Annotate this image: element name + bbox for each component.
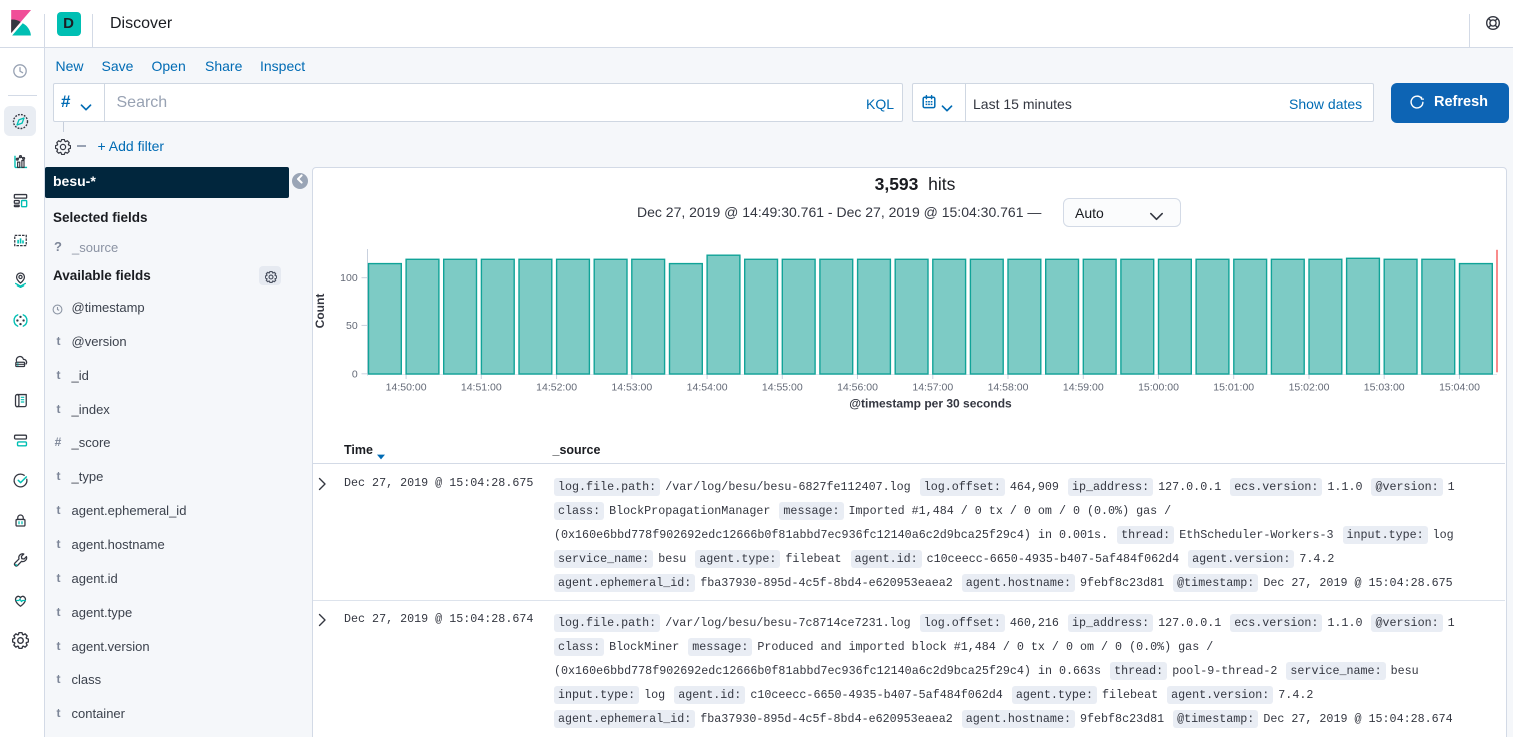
svg-text:14:53:00: 14:53:00	[611, 382, 652, 394]
svg-text:15:01:00: 15:01:00	[1213, 382, 1254, 394]
svg-text:15:00:00: 15:00:00	[1138, 382, 1179, 394]
svg-text:14:55:00: 14:55:00	[762, 382, 803, 394]
svg-text:14:52:00: 14:52:00	[536, 382, 577, 394]
svg-text:14:56:00: 14:56:00	[837, 382, 878, 394]
svg-text:14:57:00: 14:57:00	[912, 382, 953, 394]
svg-text:50: 50	[346, 320, 358, 332]
svg-text:15:02:00: 15:02:00	[1289, 382, 1330, 394]
svg-text:14:50:00: 14:50:00	[386, 382, 427, 394]
svg-text:Count: Count	[313, 294, 327, 329]
svg-text:100: 100	[340, 272, 358, 284]
svg-text:15:03:00: 15:03:00	[1364, 382, 1405, 394]
svg-text:14:51:00: 14:51:00	[461, 382, 502, 394]
svg-text:0: 0	[352, 368, 358, 380]
svg-text:14:54:00: 14:54:00	[687, 382, 728, 394]
svg-text:14:59:00: 14:59:00	[1063, 382, 1104, 394]
svg-text:15:04:00: 15:04:00	[1439, 382, 1480, 394]
svg-text:14:58:00: 14:58:00	[988, 382, 1029, 394]
svg-text:@timestamp per 30 seconds: @timestamp per 30 seconds	[849, 397, 1012, 411]
